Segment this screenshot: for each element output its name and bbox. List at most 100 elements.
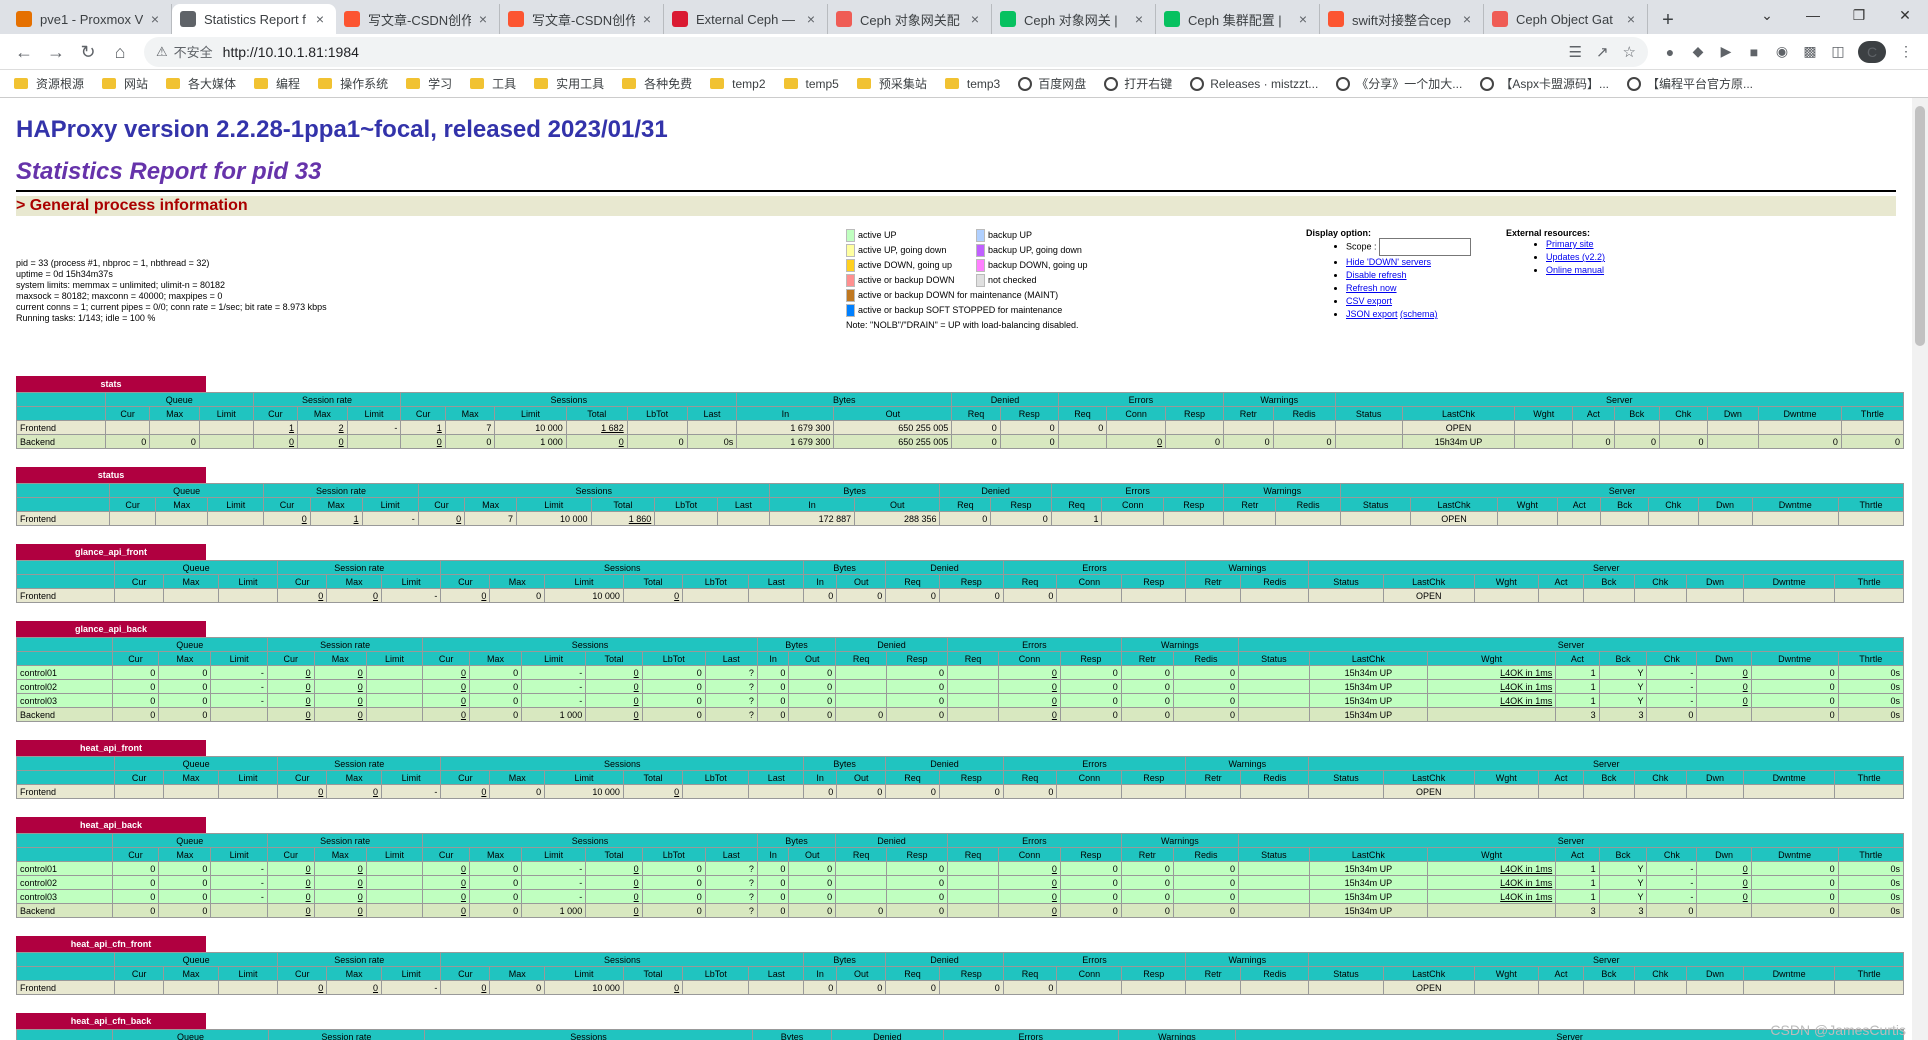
new-tab-button[interactable]: + bbox=[1654, 6, 1682, 34]
menu-kebab-icon[interactable]: ⋮ bbox=[1892, 43, 1920, 60]
close-icon[interactable]: × bbox=[967, 11, 983, 27]
bookmark-item[interactable]: 【Aspx卡盟源码】... bbox=[1480, 75, 1609, 92]
share-icon[interactable]: ↗ bbox=[1596, 43, 1609, 61]
close-icon[interactable]: × bbox=[639, 11, 655, 27]
row-name[interactable]: control01 bbox=[16, 665, 113, 680]
tab-4[interactable]: External Ceph — × bbox=[664, 4, 828, 34]
translate-icon[interactable]: ☰ bbox=[1569, 43, 1582, 61]
reload-icon[interactable]: ↻ bbox=[72, 36, 104, 68]
bookmark-item[interactable]: 操作系统 bbox=[318, 75, 388, 92]
back-icon[interactable]: ← bbox=[8, 36, 40, 68]
close-icon[interactable]: × bbox=[1131, 11, 1147, 27]
display-option-link[interactable]: Refresh now bbox=[1346, 283, 1397, 293]
close-icon[interactable]: × bbox=[803, 11, 819, 27]
row-name[interactable]: control03 bbox=[16, 693, 113, 708]
close-icon[interactable]: × bbox=[1459, 11, 1475, 27]
tab-5[interactable]: Ceph 对象网关配 × bbox=[828, 4, 992, 34]
external-resource-link[interactable]: Primary site bbox=[1546, 239, 1594, 249]
bookmark-item[interactable]: 网站 bbox=[102, 75, 148, 92]
extension-icon[interactable]: ■ bbox=[1740, 44, 1768, 60]
warning-icon[interactable]: ⚠ bbox=[156, 44, 168, 60]
sidepanel-icon[interactable]: ◫ bbox=[1824, 43, 1852, 60]
forward-icon[interactable]: → bbox=[40, 36, 72, 68]
tab-7[interactable]: Ceph 集群配置 | × bbox=[1156, 4, 1320, 34]
bookmark-star-icon[interactable]: ☆ bbox=[1623, 43, 1636, 61]
display-option-link[interactable]: CSV export bbox=[1346, 296, 1392, 306]
row-name[interactable]: Frontend bbox=[16, 420, 106, 435]
scrollbar-thumb[interactable] bbox=[1915, 106, 1925, 346]
close-icon[interactable]: × bbox=[475, 11, 491, 27]
bookmark-item[interactable]: temp2 bbox=[710, 77, 766, 91]
table-row: control02 0 0 - 0 0 0 0 - 0 0? 0 0 0 0 0 0 0 15h34m UP L4OK… bbox=[16, 875, 1905, 890]
bookmark-item[interactable]: Releases · mistzzt... bbox=[1190, 76, 1318, 91]
close-icon[interactable]: × bbox=[312, 11, 328, 27]
bookmark-item[interactable]: 预采集站 bbox=[856, 75, 927, 92]
proxy-name[interactable]: heat_api_cfn_back bbox=[16, 1013, 206, 1029]
proxy-name[interactable]: glance_api_front bbox=[16, 544, 206, 560]
proxy-name[interactable]: heat_api_cfn_front bbox=[16, 936, 206, 952]
vertical-scrollbar[interactable] bbox=[1912, 98, 1928, 1040]
row-name[interactable]: control02 bbox=[16, 679, 113, 694]
cell-value: 0 bbox=[357, 709, 363, 720]
bookmark-item[interactable]: 实用工具 bbox=[534, 75, 604, 92]
tab-0[interactable]: pve1 - Proxmox V × bbox=[8, 4, 172, 34]
row-name[interactable]: control01 bbox=[16, 861, 113, 876]
bookmark-item[interactable]: 【编程平台官方原... bbox=[1627, 75, 1753, 92]
url-text[interactable]: http://10.10.1.81:1984 bbox=[223, 44, 1555, 60]
row-name[interactable]: control03 bbox=[16, 889, 113, 904]
tab-8[interactable]: swift对接整合cep × bbox=[1320, 4, 1484, 34]
puzzle-icon[interactable]: ▩ bbox=[1796, 43, 1824, 60]
display-option-link[interactable]: Hide 'DOWN' servers bbox=[1346, 257, 1431, 267]
extension-icon[interactable]: ● bbox=[1656, 44, 1684, 60]
row-name[interactable]: Backend bbox=[16, 903, 113, 918]
bookmark-item[interactable]: 百度网盘 bbox=[1018, 75, 1086, 92]
bookmark-item[interactable]: 工具 bbox=[470, 75, 516, 92]
bookmark-item[interactable]: 各种免费 bbox=[622, 75, 692, 92]
proxy-name[interactable]: stats bbox=[16, 376, 206, 392]
close-icon[interactable]: × bbox=[147, 11, 163, 27]
tab-2[interactable]: 写文章-CSDN创作 × bbox=[336, 4, 500, 34]
omnibox[interactable]: ⚠ 不安全 http://10.10.1.81:1984 ☰ ↗ ☆ bbox=[144, 36, 1648, 67]
scope-input[interactable] bbox=[1378, 238, 1471, 256]
row-name[interactable]: Frontend bbox=[15, 588, 116, 603]
bookmark-item[interactable]: 学习 bbox=[406, 75, 452, 92]
close-window-icon[interactable]: ✕ bbox=[1882, 0, 1928, 30]
tab-6[interactable]: Ceph 对象网关 | × bbox=[992, 4, 1156, 34]
proxy-name[interactable]: glance_api_back bbox=[16, 621, 206, 637]
extension-icon[interactable]: ▶ bbox=[1712, 43, 1740, 60]
bookmark-item[interactable]: 编程 bbox=[254, 75, 300, 92]
proxy-name[interactable]: heat_api_back bbox=[16, 817, 206, 833]
close-icon[interactable]: × bbox=[1295, 11, 1311, 27]
table-header: Cur bbox=[114, 966, 165, 981]
extension-icon[interactable]: ◆ bbox=[1684, 43, 1712, 60]
tab-1[interactable]: Statistics Report f × bbox=[172, 4, 336, 34]
row-name[interactable]: Frontend bbox=[15, 980, 116, 995]
external-resource-link[interactable]: Online manual bbox=[1546, 265, 1604, 275]
close-icon[interactable]: × bbox=[1623, 11, 1639, 27]
bookmark-item[interactable]: temp5 bbox=[783, 77, 839, 91]
tab-3[interactable]: 写文章-CSDN创作 × bbox=[500, 4, 664, 34]
row-name[interactable]: Backend bbox=[16, 434, 106, 449]
proxy-name[interactable]: status bbox=[16, 467, 206, 483]
display-option-link[interactable]: JSON export bbox=[1346, 309, 1398, 319]
bookmark-item[interactable]: temp3 bbox=[944, 77, 1000, 91]
tab-9[interactable]: Ceph Object Gat × bbox=[1484, 4, 1648, 34]
avatar[interactable]: C bbox=[1858, 40, 1886, 63]
minimize-icon[interactable]: — bbox=[1790, 0, 1836, 30]
external-resource-link[interactable]: Updates (v2.2) bbox=[1546, 252, 1605, 262]
bookmark-item[interactable]: 打开右键 bbox=[1104, 75, 1172, 92]
row-name[interactable]: Frontend bbox=[15, 784, 116, 799]
extension-icon[interactable]: ◉ bbox=[1768, 43, 1796, 60]
schema-link[interactable]: (schema) bbox=[1400, 309, 1438, 319]
bookmark-item[interactable]: 各大媒体 bbox=[166, 75, 236, 92]
display-option-link[interactable]: Disable refresh bbox=[1346, 270, 1407, 280]
chevron-down-icon[interactable]: ⌄ bbox=[1744, 0, 1790, 30]
bookmark-item[interactable]: 资源根源 bbox=[14, 75, 84, 92]
row-name[interactable]: Frontend bbox=[16, 511, 110, 526]
maximize-icon[interactable]: ❐ bbox=[1836, 0, 1882, 30]
bookmark-item[interactable]: 《分享》一个加大... bbox=[1336, 75, 1462, 92]
home-icon[interactable]: ⌂ bbox=[104, 36, 136, 68]
row-name[interactable]: control02 bbox=[16, 875, 113, 890]
proxy-name[interactable]: heat_api_front bbox=[16, 740, 206, 756]
row-name[interactable]: Backend bbox=[16, 707, 113, 722]
